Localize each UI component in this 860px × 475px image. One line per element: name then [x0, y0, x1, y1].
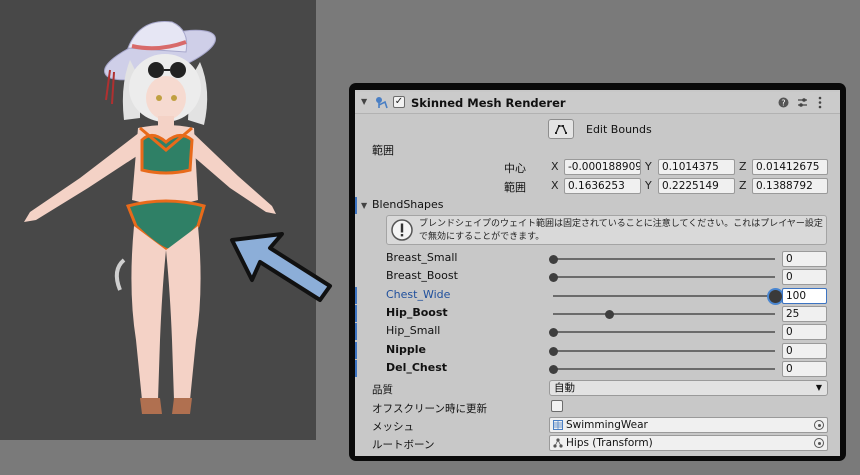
blendshape-value-field[interactable]: 0: [782, 361, 827, 377]
object-picker-icon[interactable]: [814, 420, 824, 430]
blendshapes-foldout[interactable]: BlendShapes: [372, 198, 444, 211]
object-picker-icon[interactable]: [814, 438, 824, 448]
scene-viewport[interactable]: [0, 0, 316, 440]
blendshape-slider[interactable]: [553, 368, 775, 370]
slider-handle[interactable]: [549, 328, 558, 337]
slider-handle[interactable]: [549, 347, 558, 356]
blendshape-label: Hip_Small: [386, 324, 441, 337]
warning-text: ブレンドシェイプのウェイト範囲は固定されていることに注意してください。これはプレ…: [419, 219, 823, 242]
blendshape-slider[interactable]: [553, 258, 775, 260]
character-model[interactable]: [0, 0, 316, 440]
component-enabled-checkbox[interactable]: ✓: [393, 96, 405, 108]
blendshape-label: Hip_Boost: [386, 306, 448, 319]
mesh-field[interactable]: SwimmingWear: [549, 417, 828, 433]
mesh-value: SwimmingWear: [566, 419, 648, 431]
quality-value: 自動: [554, 382, 575, 394]
blendshape-slider[interactable]: [553, 350, 775, 352]
extent-label: 範囲: [504, 181, 526, 194]
help-icon[interactable]: ?: [778, 97, 789, 108]
blendshape-slider[interactable]: [553, 313, 775, 315]
collapse-icon[interactable]: ▼: [361, 97, 367, 106]
blendshape-slider[interactable]: [553, 295, 775, 297]
component-title: Skinned Mesh Renderer: [411, 96, 566, 110]
blendshape-value-field[interactable]: 25: [782, 306, 827, 322]
extent-y-axis-label: Y: [645, 179, 652, 192]
modified-marker: [355, 197, 357, 214]
center-x-axis-label: X: [551, 160, 559, 173]
offscreen-update-label: オフスクリーン時に更新: [372, 403, 487, 415]
extent-x-axis-label: X: [551, 179, 559, 192]
skinned-mesh-renderer-icon: [376, 97, 388, 109]
kebab-menu-icon[interactable]: [817, 96, 823, 109]
blendshape-label: Del_Chest: [386, 361, 448, 374]
extent-z-axis-label: Z: [739, 179, 747, 192]
blendshape-value-field[interactable]: 0: [782, 269, 827, 285]
blendshape-value-field[interactable]: 0: [782, 343, 827, 359]
blendshape-slider[interactable]: [553, 276, 775, 278]
slider-handle[interactable]: [549, 273, 558, 282]
slider-handle[interactable]: [549, 365, 558, 374]
mesh-label: メッシュ: [372, 421, 414, 433]
edit-bounds-icon: [555, 125, 567, 134]
center-y-field[interactable]: 0.1014375: [658, 159, 735, 175]
blendshape-value-field[interactable]: 0: [782, 324, 827, 340]
quality-dropdown[interactable]: 自動 ▼: [549, 380, 828, 396]
extent-x-field[interactable]: 0.1636253: [564, 178, 641, 194]
center-label: 中心: [504, 162, 526, 175]
slider-handle[interactable]: [769, 290, 782, 303]
extent-z-field[interactable]: 0.1388792: [752, 178, 828, 194]
edit-bounds-label: Edit Bounds: [586, 123, 652, 136]
modified-marker: [355, 323, 357, 340]
blendshape-slider[interactable]: [553, 331, 775, 333]
center-z-axis-label: Z: [739, 160, 747, 173]
blendshape-value-field[interactable]: 0: [782, 251, 827, 267]
blendshape-label: Breast_Boost: [386, 269, 458, 282]
pointer-arrow-icon: [230, 232, 332, 302]
center-x-field[interactable]: -0.000188909: [564, 159, 641, 175]
root-bone-value: Hips (Transform): [566, 437, 653, 449]
modified-marker: [355, 305, 357, 322]
warning-helpbox: ブレンドシェイプのウェイト範囲は固定されていることに注意してください。これはプレ…: [386, 215, 827, 245]
svg-text:?: ?: [781, 99, 785, 108]
edit-bounds-button[interactable]: [548, 119, 574, 139]
offscreen-update-checkbox[interactable]: [551, 400, 563, 412]
modified-marker: [355, 287, 357, 304]
blendshape-label: Breast_Small: [386, 251, 458, 264]
root-bone-label: ルートボーン: [372, 439, 435, 451]
mesh-icon: [553, 420, 563, 430]
bounds-section-label: 範囲: [372, 144, 394, 157]
quality-label: 品質: [372, 384, 393, 396]
extent-y-field[interactable]: 0.2225149: [658, 178, 735, 194]
modified-marker: [355, 360, 357, 377]
blendshape-label: Chest_Wide: [386, 288, 451, 301]
center-z-field[interactable]: 0.01412675: [752, 159, 828, 175]
blendshape-label: Nipple: [386, 343, 426, 356]
warning-icon: [391, 219, 413, 241]
transform-icon: [553, 438, 563, 448]
slider-handle[interactable]: [604, 310, 614, 319]
component-header[interactable]: ▼ ✓ Skinned Mesh Renderer ?: [355, 92, 840, 114]
modified-marker: [355, 342, 357, 359]
blendshapes-fold-icon[interactable]: ▼: [361, 201, 367, 210]
center-y-axis-label: Y: [645, 160, 652, 173]
sliders-icon[interactable]: [797, 97, 808, 108]
slider-handle[interactable]: [549, 255, 558, 264]
dropdown-arrow-icon: ▼: [815, 383, 822, 392]
root-bone-field[interactable]: Hips (Transform): [549, 435, 828, 451]
inspector-panel: ▼ ✓ Skinned Mesh Renderer ? Edit Bounds …: [355, 90, 840, 456]
blendshape-value-field[interactable]: 100: [782, 288, 827, 304]
